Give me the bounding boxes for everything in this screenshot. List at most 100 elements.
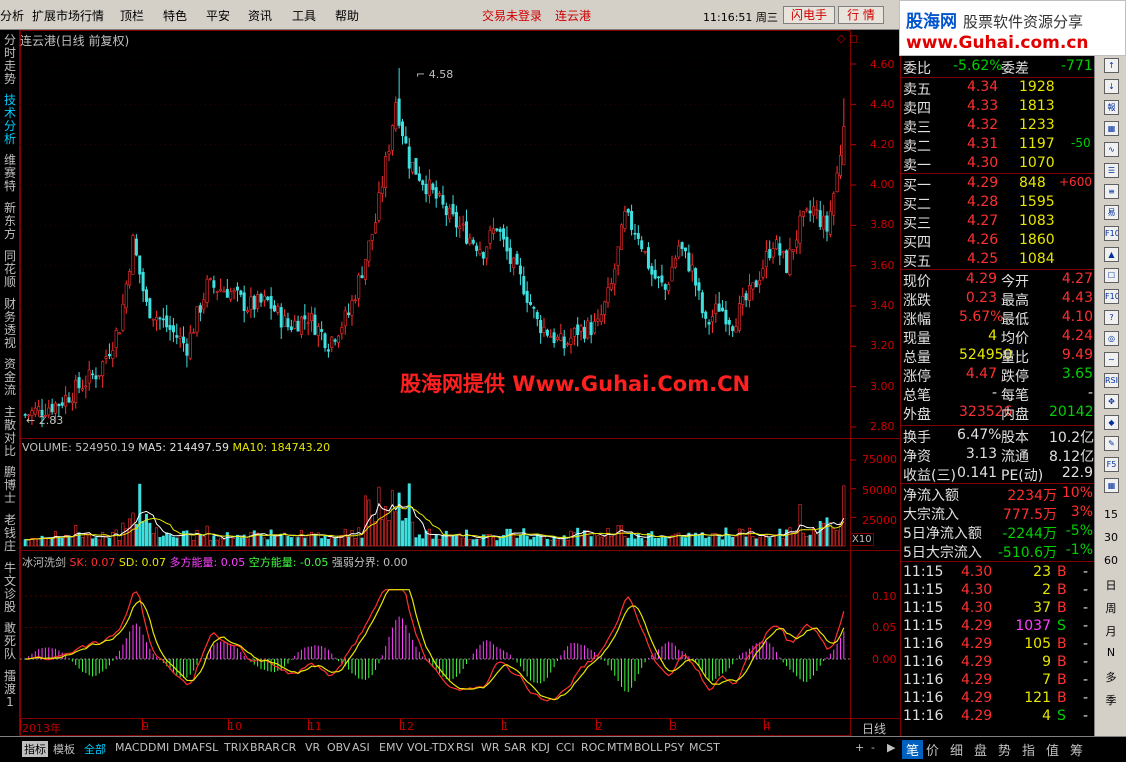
toolbar-icon[interactable]: ✥ [1104, 394, 1119, 409]
left-tab-tonghuashun[interactable]: 同花顺 [2, 250, 18, 289]
indicator-tab[interactable]: 模板 [53, 741, 75, 757]
stat-row[interactable]: 涨幅 5.67% 最低 4.10 [901, 309, 1095, 328]
indicator-tab[interactable]: MACD [115, 741, 148, 754]
indicator-tab[interactable]: WR [481, 741, 500, 754]
bid-row[interactable]: 买四 4.26 1860 [901, 232, 1095, 251]
quote-view-tab[interactable]: 势 [998, 740, 1011, 759]
ask-row[interactable]: 卖二 4.31 1197 -50 [901, 136, 1095, 155]
toolbar-icon[interactable]: ☰ [1104, 163, 1119, 178]
scroll-arrow[interactable]: - [871, 741, 875, 754]
toolbar-icon[interactable]: ✎ [1104, 436, 1119, 451]
period-button[interactable]: 30 [1095, 531, 1126, 544]
tick-row[interactable]: 11:16 4.29 9 B - [901, 654, 1095, 673]
toolbar-icon[interactable]: F10 [1104, 226, 1119, 241]
indicator-tab[interactable]: VR [305, 741, 320, 754]
tick-row[interactable]: 11:16 4.29 105 B - [901, 636, 1095, 655]
tick-row[interactable]: 11:15 4.30 23 B - [901, 564, 1095, 583]
left-tab-pengboshi[interactable]: 鹏博士 [2, 466, 18, 505]
left-tab-laoqianzhuang[interactable]: 老钱庄 [2, 514, 18, 553]
quote-view-tab[interactable]: 筹 [1070, 740, 1083, 759]
toolbar-icon[interactable]: ▲ [1104, 247, 1119, 262]
menu-tools[interactable]: 工具 [292, 7, 316, 24]
indicator-tab[interactable]: 指标 [22, 741, 48, 757]
quote-view-tab[interactable]: 细 [950, 740, 963, 759]
quote-view-tab[interactable]: 盘 [974, 740, 987, 759]
indicator-tab[interactable]: CCI [556, 741, 575, 754]
stat-row[interactable]: 外盘 323526 内盘 201424 [901, 404, 1102, 423]
flash-trade-button[interactable]: 闪电手 [783, 6, 835, 24]
capital-flow-row[interactable]: 大宗流入 777.5万 3% [901, 504, 1095, 523]
capital-flow-row[interactable]: 5日净流入额 -2244万 -5% [901, 523, 1095, 542]
toolbar-icon[interactable]: ▦ [1104, 121, 1119, 136]
tick-row[interactable]: 11:16 4.29 7 B - [901, 672, 1095, 691]
left-tab-weisaite[interactable]: 维赛特 [2, 154, 18, 193]
stat-row[interactable]: 总量 524950 量比 9.49 [901, 347, 1095, 366]
left-tab-main-vs-retail[interactable]: 主散对比 [2, 406, 18, 458]
fundamental-row[interactable]: 换手 6.47% 股本 10.2亿 [901, 427, 1095, 446]
quote-button[interactable]: 行 情 [838, 6, 884, 24]
indicator-tab[interactable]: EMV [379, 741, 403, 754]
bid-row[interactable]: 买二 4.28 1595 [901, 194, 1095, 213]
stat-row[interactable]: 现量 4 均价 4.24 [901, 328, 1095, 347]
indicator-tab[interactable]: VOL-TDX [407, 741, 455, 754]
indicator-tab[interactable]: SAR [504, 741, 526, 754]
quote-view-tab[interactable]: 指 [1022, 740, 1035, 759]
indicator-tab[interactable]: 全部 [84, 741, 106, 757]
period-button[interactable]: 周 [1095, 600, 1126, 616]
indicator-tab[interactable]: PSY [664, 741, 684, 754]
toolbar-icon[interactable]: ▦ [1104, 478, 1119, 493]
period-button[interactable]: 多 [1095, 669, 1126, 685]
menu-extended-market[interactable]: 扩展市场行情 [32, 7, 104, 24]
scroll-arrow[interactable]: ▶ [887, 741, 895, 754]
capital-flow-row[interactable]: 净流入额 2234万 10% [901, 485, 1095, 504]
left-tab-finance[interactable]: 财务透视 [2, 298, 18, 350]
toolbar-icon[interactable]: 易 [1104, 205, 1119, 220]
stat-row[interactable]: 涨跌 0.23 最高 4.43 [901, 290, 1095, 309]
toolbar-icon[interactable]: F5 [1104, 457, 1119, 472]
fundamental-row[interactable]: 净资 3.13 流通 8.12亿 [901, 446, 1095, 465]
period-button[interactable]: 15 [1095, 508, 1126, 521]
menu-top-bar[interactable]: 顶栏 [120, 7, 144, 24]
left-tab-timeshare[interactable]: 分时走势 [2, 34, 18, 86]
tick-row[interactable]: 11:16 4.29 4 S - [901, 708, 1095, 727]
left-tab-technical[interactable]: 技术分析 [2, 94, 18, 146]
tick-row[interactable]: 11:15 4.30 37 B - [901, 600, 1095, 619]
quote-view-tab[interactable]: 笔 [902, 740, 924, 759]
toolbar-icon[interactable]: 報 [1104, 100, 1119, 115]
toolbar-icon[interactable]: ≡ [1104, 184, 1119, 199]
toolbar-icon[interactable]: ◎ [1104, 331, 1119, 346]
toolbar-icon[interactable]: ☐ [1104, 268, 1119, 283]
stat-row[interactable]: 现价 4.29 今开 4.27 [901, 271, 1095, 290]
toolbar-icon[interactable]: F10 [1104, 289, 1119, 304]
stat-row[interactable]: 涨停 4.47 跌停 3.65 [901, 366, 1095, 385]
menu-help[interactable]: 帮助 [335, 7, 359, 24]
tick-row[interactable]: 11:15 4.29 1037 S - [901, 618, 1095, 637]
left-tab-xindongfang[interactable]: 新东方 [2, 202, 18, 241]
menu-news[interactable]: 资讯 [248, 7, 272, 24]
menu-pingan[interactable]: 平安 [206, 7, 230, 24]
toolbar-icon[interactable]: ↑ [1104, 58, 1119, 73]
kline-chart-area[interactable]: 连云港(日线 前复权) ◇ ◻ ⌐ 4.58 ← 2.83 股海网提供 Www.… [20, 30, 900, 736]
bid-row[interactable]: 买三 4.27 1083 [901, 213, 1095, 232]
period-button[interactable]: 月 [1095, 623, 1126, 639]
period-button[interactable]: N [1095, 646, 1126, 659]
indicator-tab[interactable]: MTM [607, 741, 633, 754]
toolbar-icon[interactable]: RSI [1104, 373, 1119, 388]
indicator-tab[interactable]: BRAR [250, 741, 280, 754]
indicator-tab[interactable]: RSI [456, 741, 474, 754]
indicator-tab[interactable]: FSL [199, 741, 218, 754]
indicator-tab[interactable]: MCST [689, 741, 720, 754]
ask-row[interactable]: 卖四 4.33 1813 [901, 98, 1095, 117]
toolbar-icon[interactable]: ∼ [1104, 352, 1119, 367]
left-tab-capital-flow[interactable]: 资金流 [2, 358, 18, 397]
indicator-tab[interactable]: OBV [327, 741, 350, 754]
indicator-name[interactable]: 冰河洗剑 [22, 556, 66, 569]
bid-row[interactable]: 买一 4.29 848 +600 [901, 175, 1095, 194]
tick-row[interactable]: 11:15 4.30 2 B - [901, 582, 1095, 601]
indicator-tab[interactable]: ASI [352, 741, 370, 754]
indicator-tab[interactable]: BOLL [634, 741, 662, 754]
indicator-tab[interactable]: KDJ [531, 741, 550, 754]
menu-features[interactable]: 特色 [163, 7, 187, 24]
toolbar-icon[interactable]: ◆ [1104, 415, 1119, 430]
period-label[interactable]: 日线 [862, 720, 886, 737]
